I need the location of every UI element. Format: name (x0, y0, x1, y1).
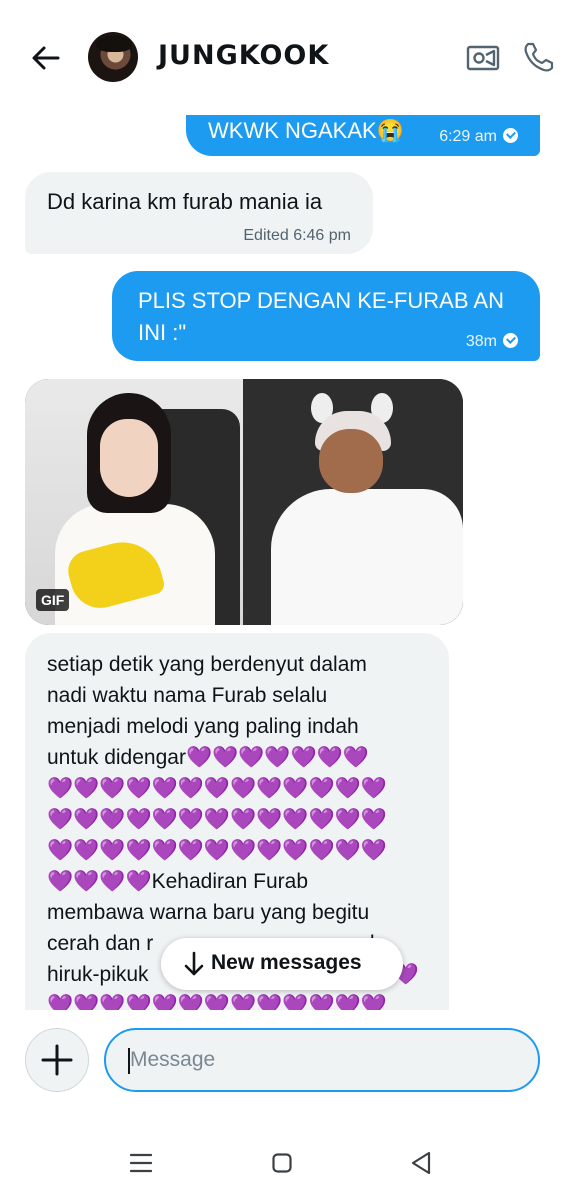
message-text-line: nadi waktu nama Furab selalu (47, 684, 328, 707)
back-triangle-icon[interactable] (410, 1151, 432, 1175)
message-time: 38m (465, 333, 497, 350)
message-text: WKWK NGAKAK😭 (208, 118, 405, 143)
message-text-segment: Kehadiran Furab (151, 870, 309, 893)
message-composer (0, 1010, 565, 1120)
contact-name[interactable]: JUNGKOOK (158, 40, 329, 71)
message-bubble-outgoing[interactable]: PLIS STOP DENGAN KE-FURAB AN INI :" 38m (112, 271, 540, 361)
person-shirt-shape (271, 489, 463, 625)
purple-hearts: 💜💜💜💜💜💜💜💜💜💜💜💜💜 (47, 777, 387, 800)
message-text-line: 💜💜💜💜Kehadiran Furab (47, 866, 429, 897)
message-time: Edited 6:46 pm (243, 227, 351, 244)
home-icon[interactable] (272, 1153, 292, 1173)
message-text-segment: hiruk-pikuk (47, 963, 149, 986)
text-caret (128, 1048, 130, 1074)
message-input[interactable] (104, 1028, 540, 1092)
message-text-segment: untuk didengar (47, 746, 186, 769)
system-navigation-bar (0, 1125, 565, 1200)
video-call-icon[interactable] (466, 41, 500, 75)
message-text-line: menjadi melodi yang paling indah (47, 715, 359, 738)
message-text-segment: cerah dan r (47, 932, 154, 955)
chat-header: JUNGKOOK (0, 0, 565, 115)
person-face-shape (319, 429, 383, 493)
arrow-down-icon (184, 951, 204, 976)
purple-hearts: 💜💜💜💜 (47, 870, 152, 893)
gif-frame-right (243, 379, 463, 625)
purple-hearts: 💜💜💜💜💜💜💜 (185, 746, 369, 769)
recent-apps-icon[interactable] (130, 1153, 152, 1173)
new-messages-button[interactable]: New messages (161, 938, 403, 990)
phone-call-icon[interactable] (522, 40, 556, 74)
message-text-line: membawa warna baru yang begitu (47, 901, 370, 924)
add-attachment-button[interactable] (25, 1028, 89, 1092)
purple-hearts: 💜💜💜💜💜💜💜💜💜💜💜💜💜 (47, 808, 387, 831)
seen-check-icon (503, 333, 518, 348)
person-face-shape (100, 419, 158, 497)
message-time: 6:29 am (439, 128, 497, 145)
gif-message[interactable]: GIF (25, 379, 463, 625)
message-text-line: setiap detik yang berdenyut dalam (47, 653, 367, 676)
new-messages-label: New messages (211, 951, 362, 974)
seen-check-icon (503, 128, 518, 143)
message-meta: 38m (466, 326, 518, 358)
back-arrow-icon[interactable] (26, 38, 66, 78)
message-text-line: PLIS STOP DENGAN KE-FURAB AN (138, 288, 504, 313)
plus-icon (41, 1044, 73, 1076)
purple-hearts: 💜💜💜💜💜💜💜💜💜💜💜💜💜 (47, 839, 387, 862)
avatar[interactable] (88, 32, 138, 82)
gif-badge: GIF (36, 589, 70, 611)
message-bubble-incoming[interactable]: Dd karina km furab mania ia Edited 6:46 … (25, 172, 373, 254)
message-text-line: INI :" (138, 320, 187, 345)
message-meta: 6:29 am (439, 121, 518, 153)
message-text-line: untuk didengar💜💜💜💜💜💜💜 (47, 742, 429, 773)
message-text: Dd karina km furab mania ia (47, 189, 323, 214)
